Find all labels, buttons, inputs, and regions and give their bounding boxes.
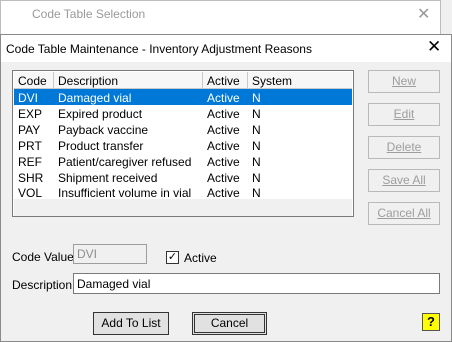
description-label: Description: <box>12 278 76 292</box>
code-table-maintenance-dialog: Code Table Maintenance - Inventory Adjus… <box>0 34 452 342</box>
cell-description: Shipment received <box>58 171 158 185</box>
background-window-title: Code Table Selection <box>32 7 146 21</box>
description-field[interactable]: Damaged vial <box>73 273 440 294</box>
cell-description: Payback vaccine <box>58 123 149 137</box>
cell-code: EXP <box>18 107 43 121</box>
background-close-icon[interactable]: ✕ <box>417 4 430 24</box>
help-icon[interactable]: ? <box>422 313 440 331</box>
background-window: Code Table Selection ✕ <box>0 0 441 34</box>
cell-system: N <box>252 139 261 153</box>
cell-code: REF <box>18 155 42 169</box>
new-button[interactable]: New <box>368 70 440 93</box>
cell-description: Patient/caregiver refused <box>58 155 192 169</box>
cell-code: PAY <box>18 123 41 137</box>
code-value-field[interactable]: DVI <box>73 244 147 264</box>
save-all-button[interactable]: Save All <box>368 169 440 192</box>
column-header-code[interactable]: Code <box>14 72 54 89</box>
list-row[interactable]: VOL Insufficient volume in vial Active N <box>14 185 352 200</box>
dialog-title: Code Table Maintenance - Inventory Adjus… <box>6 42 312 56</box>
code-list[interactable]: Code Description Active System DVI Damag… <box>12 70 354 217</box>
cell-system: N <box>252 107 261 121</box>
cell-system: N <box>252 171 261 185</box>
list-row[interactable]: SHR Shipment received Active N <box>14 169 352 185</box>
cell-description: Damaged vial <box>58 91 132 105</box>
list-row[interactable]: PAY Payback vaccine Active N <box>14 121 352 137</box>
cell-active: Active <box>207 155 240 169</box>
cell-system: N <box>252 91 261 105</box>
code-value-label: Code Value: <box>12 250 78 264</box>
cell-description: Insufficient volume in vial <box>58 186 192 200</box>
cell-active: Active <box>207 107 240 121</box>
column-header-active[interactable]: Active <box>203 72 248 89</box>
cell-description: Product transfer <box>58 139 144 153</box>
list-row[interactable]: EXP Expired product Active N <box>14 105 352 121</box>
cell-description: Expired product <box>58 107 143 121</box>
cell-code: DVI <box>18 91 39 105</box>
cell-code: VOL <box>18 186 43 200</box>
close-icon[interactable]: ✕ <box>427 37 441 57</box>
edit-button[interactable]: Edit <box>368 103 440 126</box>
active-label[interactable]: Active <box>184 251 217 265</box>
cell-system: N <box>252 155 261 169</box>
list-row[interactable]: PRT Product transfer Active N <box>14 137 352 153</box>
cell-code: PRT <box>18 139 42 153</box>
cell-active: Active <box>207 139 240 153</box>
cell-active: Active <box>207 171 240 185</box>
cell-system: N <box>252 186 261 200</box>
cell-active: Active <box>207 91 240 105</box>
column-header-system[interactable]: System <box>248 72 352 89</box>
cell-code: SHR <box>18 171 44 185</box>
column-header-description[interactable]: Description <box>54 72 203 89</box>
cancel-all-button[interactable]: Cancel All <box>368 202 440 225</box>
cancel-button[interactable]: Cancel <box>192 312 267 335</box>
list-horizontal-scroll-area <box>14 199 352 216</box>
dialog-titlebar: Code Table Maintenance - Inventory Adjus… <box>1 35 451 62</box>
cell-active: Active <box>207 123 240 137</box>
cell-system: N <box>252 123 261 137</box>
list-row[interactable]: DVI Damaged vial Active N <box>14 89 352 105</box>
delete-button[interactable]: Delete <box>368 136 440 159</box>
cell-active: Active <box>207 186 240 200</box>
add-to-list-button[interactable]: Add To List <box>93 312 169 335</box>
list-row[interactable]: REF Patient/caregiver refused Active N <box>14 153 352 169</box>
active-checkbox[interactable]: ✓ <box>166 251 179 264</box>
